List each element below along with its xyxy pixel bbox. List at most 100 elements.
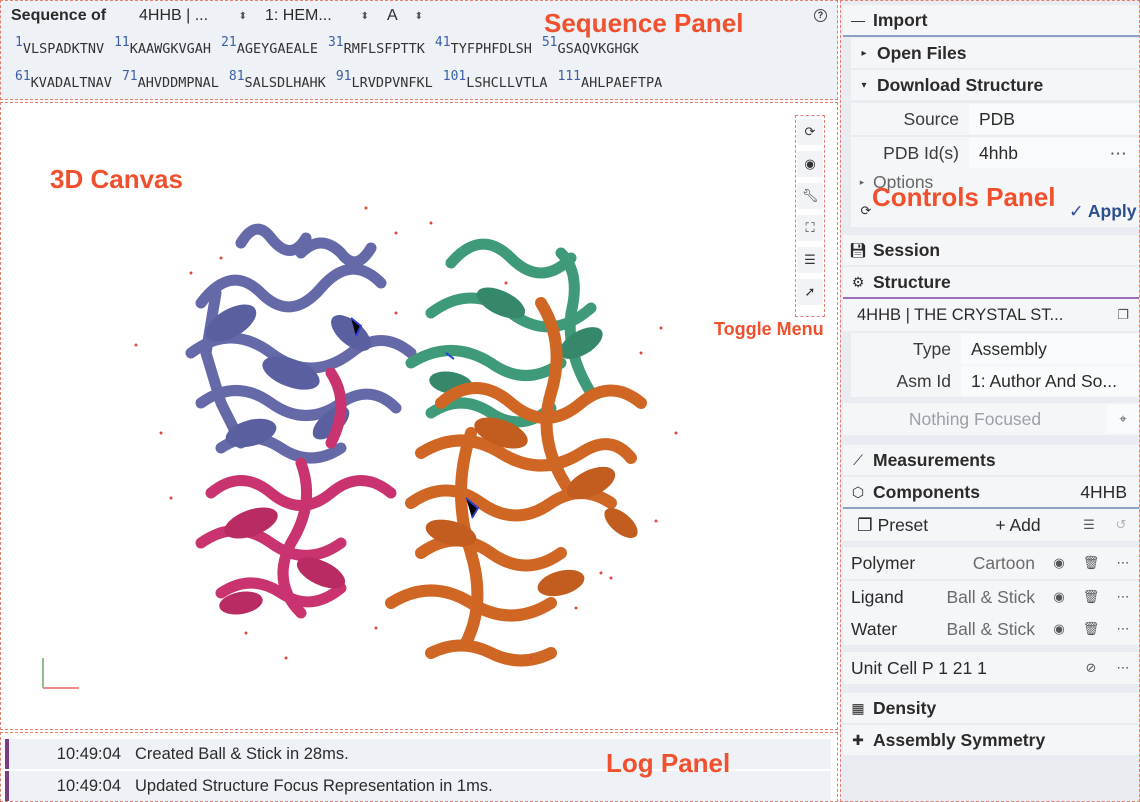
pdb-id-input[interactable]: 4hhb ⋯ (969, 138, 1139, 168)
trash-icon[interactable]: 🗑︎ (1075, 589, 1107, 605)
copy-icon[interactable]: ❐ (1107, 307, 1139, 323)
chain-a-cartoon (185, 223, 417, 464)
settings-wrench-icon[interactable]: 🔧︎ (797, 183, 823, 209)
residue-chunk[interactable]: SALSDLHAHK (245, 75, 326, 91)
3d-canvas[interactable]: ⟳ ◉ 🔧︎ ⛶ ☰ ➚ (0, 102, 838, 730)
asm-label: Asm Id (896, 370, 951, 391)
sequence-row: 61KVADALTNAV 71AHVDDMPNAL 81SALSDLHAHK 91LR… (15, 69, 672, 91)
import-section-header[interactable]: — Import (843, 5, 1139, 35)
select-chevron-icon: ⬍ (414, 10, 423, 22)
sub-select-value: A (387, 7, 398, 24)
app-root: Sequence of 4HHB | ... ⬍ 1: HEM... ⬍ A ⬍ ? … (0, 0, 1140, 802)
residue-chunk[interactable]: LSHCLLVTLA (466, 75, 547, 91)
chevron-right-icon: ▸ (861, 47, 867, 59)
entry-select[interactable]: 4HHB | ... ⬍ (139, 7, 247, 25)
log-message: Updated Structure Focus Representation i… (135, 776, 493, 795)
sequence-label: Sequence of (11, 7, 107, 24)
trash-icon[interactable]: 🗑︎ (1075, 621, 1107, 637)
sliders-icon[interactable]: ☰ (797, 247, 823, 273)
components-id: 4HHB (1080, 481, 1127, 502)
residue-chunk[interactable]: TYFPHFDLSH (451, 41, 532, 57)
eye-icon[interactable]: ◉ (1043, 589, 1075, 605)
annotation-3d-canvas: 3D Canvas (50, 164, 183, 194)
annotation-controls-panel: Controls Panel (872, 182, 1056, 212)
chain-select[interactable]: 1: HEM... ⬍ (265, 7, 369, 25)
source-label: Source (903, 108, 959, 129)
residue-chunk[interactable]: AGEYGAEALE (237, 41, 318, 57)
axes-indicator-icon (42, 658, 79, 689)
components-toolbar: ❐ Preset + Add ☰ ↺ (843, 509, 1139, 541)
focus-target-icon[interactable]: ⌖ (1107, 405, 1139, 433)
add-button[interactable]: + Add (963, 515, 1073, 536)
toggle-menu: ⟳ ◉ 🔧︎ ⛶ ☰ ➚ (795, 115, 825, 317)
structure-section-header[interactable]: ⚙ Structure (843, 267, 1139, 297)
history-icon[interactable]: ↺ (1105, 517, 1137, 533)
measurements-section-header[interactable]: ⟋ Measurements (843, 445, 1139, 475)
cube-icon: ⬡ (851, 483, 865, 500)
density-section-header[interactable]: ▦ Density (843, 693, 1139, 723)
residue-chunk[interactable]: AHLPAEFTPA (581, 75, 662, 91)
session-section-header[interactable]: 💾︎ Session (843, 235, 1139, 265)
residue-chunk[interactable]: LRVDPVNFKL (351, 75, 432, 91)
residue-chunk[interactable]: GSAQVKGHGK (558, 41, 639, 57)
session-label: Session (873, 239, 941, 260)
log-time: 10:49:04 (56, 776, 121, 795)
structure-select[interactable]: 4HHB | THE CRYSTAL ST... ❐ (843, 299, 1139, 331)
residue-number: 101 (442, 69, 467, 84)
residue-number: 31 (327, 35, 344, 50)
component-representation[interactable]: Ball & Stick (933, 587, 1043, 608)
residue-chunk[interactable]: AHVDDMPNAL (138, 75, 219, 91)
residue-number: 91 (335, 69, 352, 84)
component-representation[interactable]: Cartoon (933, 553, 1043, 574)
help-icon[interactable]: ? (814, 9, 827, 22)
more-icon[interactable]: ⋯ (1107, 589, 1139, 605)
minus-icon: — (851, 12, 865, 28)
apply-button[interactable]: ✓ Apply (1069, 201, 1139, 222)
residue-chunk[interactable]: RMFLSFPTTK (344, 41, 425, 57)
add-label: Add (1009, 514, 1041, 535)
component-name: Polymer (851, 552, 916, 573)
eye-icon[interactable]: ◉ (1043, 555, 1075, 571)
chevron-right-icon: ▸ (859, 176, 865, 187)
pdb-id-row: PDB Id(s) 4hhb ⋯ (851, 137, 1139, 169)
components-section-header[interactable]: ⬡ Components 4HHB (843, 477, 1139, 507)
residue-chunk[interactable]: VLSPADKTNV (23, 41, 104, 57)
eye-icon[interactable]: ◉ (1043, 621, 1075, 637)
grid-icon: ▦ (851, 699, 865, 716)
reset-view-icon[interactable]: ⟳ (797, 119, 823, 145)
residue-number: 81 (228, 69, 245, 84)
preset-button[interactable]: ❐ Preset (843, 515, 963, 536)
eye-hidden-icon[interactable]: ⊘ (1075, 660, 1107, 676)
measurements-label: Measurements (873, 449, 996, 470)
nothing-focused[interactable]: Nothing Focused (843, 409, 1107, 430)
component-representation[interactable]: Ball & Stick (933, 619, 1043, 640)
controls-panel: — Import ▸ Open Files ▾ Download Structu… (840, 0, 1140, 802)
assembly-symmetry-section-header[interactable]: ✚ Assembly Symmetry (843, 725, 1139, 755)
residue-number: 111 (557, 69, 581, 84)
more-icon[interactable]: ⋯ (1107, 555, 1139, 571)
source-select[interactable]: PDB (969, 104, 1139, 134)
component-row-ligand: Ligand Ball & Stick ◉ 🗑︎ ⋯ (843, 581, 1139, 613)
entry-select-value: 4HHB | ... (139, 7, 209, 24)
protein-structure-render[interactable] (1, 103, 838, 730)
select-cursor-icon[interactable]: ➚ (797, 279, 823, 305)
asm-row: Asm Id 1: Author And So... (851, 365, 1139, 397)
asm-value[interactable]: 1: Author And So... (961, 366, 1139, 396)
open-files-item[interactable]: ▸ Open Files (851, 38, 1139, 68)
type-value[interactable]: Assembly (961, 334, 1139, 364)
sliders-icon[interactable]: ☰ (1073, 517, 1105, 533)
fullscreen-icon[interactable]: ⛶ (797, 215, 823, 241)
download-structure-item[interactable]: ▾ Download Structure (851, 70, 1139, 100)
open-files-label: Open Files (877, 42, 967, 63)
more-icon[interactable]: ⋯ (1110, 143, 1128, 164)
unit-cell-label[interactable]: Unit Cell P 1 21 1 (843, 658, 1075, 679)
residue-chunk[interactable]: KVADALTNAV (31, 75, 112, 91)
more-icon[interactable]: ⋯ (1107, 660, 1139, 676)
component-name: Water (851, 618, 898, 639)
components-label: Components (873, 481, 980, 502)
residue-chunk[interactable]: KAAWGKVGAH (130, 41, 211, 57)
more-icon[interactable]: ⋯ (1107, 621, 1139, 637)
sub-select[interactable]: A ⬍ (387, 7, 423, 25)
screenshot-icon[interactable]: ◉ (797, 151, 823, 177)
trash-icon[interactable]: 🗑︎ (1075, 555, 1107, 571)
